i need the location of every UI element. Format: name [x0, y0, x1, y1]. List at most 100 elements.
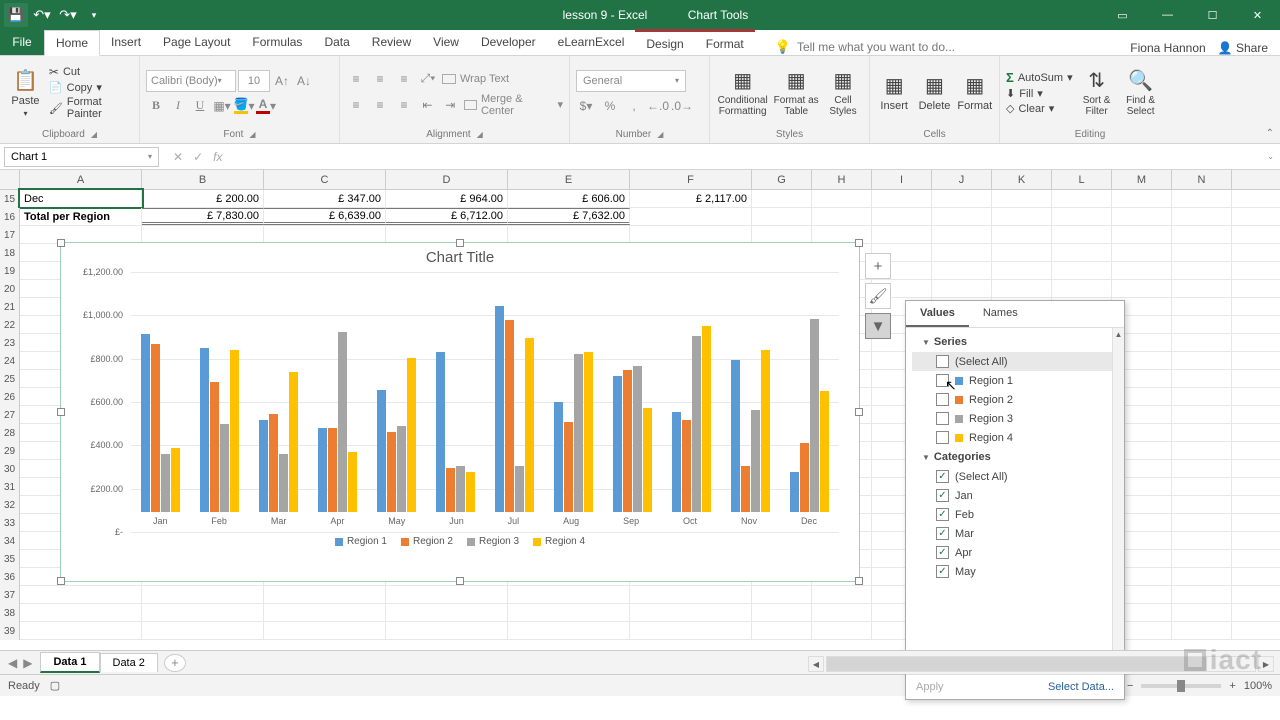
- minimize-icon[interactable]: —: [1145, 0, 1190, 30]
- hscroll-thumb[interactable]: [827, 657, 1207, 671]
- cell-F39[interactable]: [630, 622, 752, 639]
- select-all-cell[interactable]: [0, 170, 20, 189]
- cell-N23[interactable]: [1172, 334, 1232, 351]
- cell-N27[interactable]: [1172, 406, 1232, 423]
- cell-styles-button[interactable]: ▦Cell Styles: [823, 60, 863, 126]
- cell-F16[interactable]: [630, 208, 752, 225]
- border-button[interactable]: ▦▾: [212, 96, 232, 116]
- cell-F37[interactable]: [630, 586, 752, 603]
- tab-page-layout[interactable]: Page Layout: [152, 29, 241, 55]
- cut-button[interactable]: ✂Cut: [49, 65, 133, 79]
- bar-Region2-Sep[interactable]: [623, 370, 632, 512]
- legend-item[interactable]: Region 2: [401, 536, 453, 547]
- sheet-tab-data2[interactable]: Data 2: [100, 653, 158, 672]
- merge-center-button[interactable]: Merge & Center ▾: [464, 93, 563, 117]
- format-painter-button[interactable]: 🖌Format Painter: [49, 96, 133, 120]
- sort-filter-button[interactable]: ⇅Sort & Filter: [1077, 60, 1117, 126]
- cancel-formula-icon[interactable]: ✕: [173, 150, 183, 164]
- row-header[interactable]: 21: [0, 298, 20, 316]
- bar-Region3-Jan[interactable]: [161, 454, 170, 512]
- align-bottom-icon[interactable]: ≡: [394, 69, 414, 89]
- bar-Region2-Jun[interactable]: [446, 468, 455, 512]
- collapse-ribbon-icon[interactable]: ⌃: [1266, 128, 1274, 139]
- bold-button[interactable]: B: [146, 96, 166, 116]
- tab-formulas[interactable]: Formulas: [241, 29, 313, 55]
- orientation-icon[interactable]: ⤢▾: [418, 69, 438, 89]
- cell-L16[interactable]: [1052, 208, 1112, 225]
- cell-J17[interactable]: [932, 226, 992, 243]
- expand-formula-bar-icon[interactable]: ⌄: [1261, 152, 1280, 161]
- bar-Region1-Jun[interactable]: [436, 352, 445, 512]
- cell-E15[interactable]: £ 606.00: [508, 190, 630, 207]
- cell-H37[interactable]: [812, 586, 872, 603]
- cell-C37[interactable]: [264, 586, 386, 603]
- number-dialog-icon[interactable]: ◢: [657, 130, 663, 139]
- cell-C17[interactable]: [264, 226, 386, 243]
- bar-Region1-Feb[interactable]: [200, 348, 209, 512]
- row-header[interactable]: 38: [0, 604, 20, 622]
- bar-Region3-Nov[interactable]: [751, 410, 760, 512]
- cell-M17[interactable]: [1112, 226, 1172, 243]
- cell-G39[interactable]: [752, 622, 812, 639]
- bar-Region3-Jul[interactable]: [515, 466, 524, 512]
- cell-M15[interactable]: [1112, 190, 1172, 207]
- delete-cells-button[interactable]: ▦Delete: [916, 60, 952, 126]
- cell-L18[interactable]: [1052, 244, 1112, 261]
- cell-K17[interactable]: [992, 226, 1052, 243]
- cell-K18[interactable]: [992, 244, 1052, 261]
- file-tab[interactable]: File: [0, 29, 44, 55]
- bar-Region1-Dec[interactable]: [790, 472, 799, 512]
- chart-filters-button[interactable]: ▼: [865, 313, 891, 339]
- bar-Region1-Oct[interactable]: [672, 412, 681, 512]
- bar-Region2-Apr[interactable]: [328, 428, 337, 512]
- row-header[interactable]: 23: [0, 334, 20, 352]
- chart-handle[interactable]: [57, 408, 65, 416]
- cell-K19[interactable]: [992, 262, 1052, 279]
- col-header-J[interactable]: J: [932, 170, 992, 189]
- cell-H15[interactable]: [812, 190, 872, 207]
- sheet-nav-next-icon[interactable]: ▶: [23, 656, 32, 670]
- cell-E37[interactable]: [508, 586, 630, 603]
- filter-series-item[interactable]: Region 4: [912, 428, 1118, 447]
- cell-J20[interactable]: [932, 280, 992, 297]
- chart-handle[interactable]: [57, 577, 65, 585]
- cell-N30[interactable]: [1172, 460, 1232, 477]
- bar-Region4-May[interactable]: [407, 358, 416, 512]
- cell-N24[interactable]: [1172, 352, 1232, 369]
- alignment-dialog-icon[interactable]: ◢: [477, 130, 483, 139]
- tab-home[interactable]: Home: [44, 30, 100, 56]
- cell-B17[interactable]: [142, 226, 264, 243]
- select-data-link[interactable]: Select Data...: [1048, 681, 1114, 693]
- tab-elearnexcel[interactable]: eLearnExcel: [547, 29, 636, 55]
- cell-G15[interactable]: [752, 190, 812, 207]
- cell-N28[interactable]: [1172, 424, 1232, 441]
- filter-apply-button[interactable]: Apply: [916, 681, 944, 693]
- cell-J16[interactable]: [932, 208, 992, 225]
- bar-Region1-Jan[interactable]: [141, 334, 150, 512]
- bar-Region3-Aug[interactable]: [574, 354, 583, 512]
- series-select-all[interactable]: (Select All): [912, 352, 1118, 371]
- maximize-icon[interactable]: ☐: [1190, 0, 1235, 30]
- font-size-input[interactable]: 10: [238, 70, 270, 92]
- filter-category-item[interactable]: Mar: [912, 524, 1118, 543]
- tab-view[interactable]: View: [422, 29, 470, 55]
- save-icon[interactable]: 💾: [4, 3, 28, 27]
- cell-M19[interactable]: [1112, 262, 1172, 279]
- bar-Region3-Mar[interactable]: [279, 454, 288, 512]
- scroll-up-icon[interactable]: ▲: [1113, 328, 1124, 340]
- bar-Region3-Dec[interactable]: [810, 319, 819, 512]
- font-color-button[interactable]: A▾: [256, 96, 276, 116]
- row-header[interactable]: 18: [0, 244, 20, 262]
- col-header-K[interactable]: K: [992, 170, 1052, 189]
- ribbon-options-icon[interactable]: ▭: [1100, 0, 1145, 30]
- bar-Region4-Dec[interactable]: [820, 391, 829, 512]
- cell-A39[interactable]: [20, 622, 142, 639]
- font-dialog-icon[interactable]: ◢: [249, 130, 255, 139]
- formula-bar-input[interactable]: [232, 147, 1261, 167]
- qat-customize-icon[interactable]: ▾: [82, 3, 106, 27]
- align-middle-icon[interactable]: ≡: [370, 69, 390, 89]
- cell-I17[interactable]: [872, 226, 932, 243]
- bar-Region1-Jul[interactable]: [495, 306, 504, 512]
- align-left-icon[interactable]: ≡: [346, 95, 366, 115]
- cell-A38[interactable]: [20, 604, 142, 621]
